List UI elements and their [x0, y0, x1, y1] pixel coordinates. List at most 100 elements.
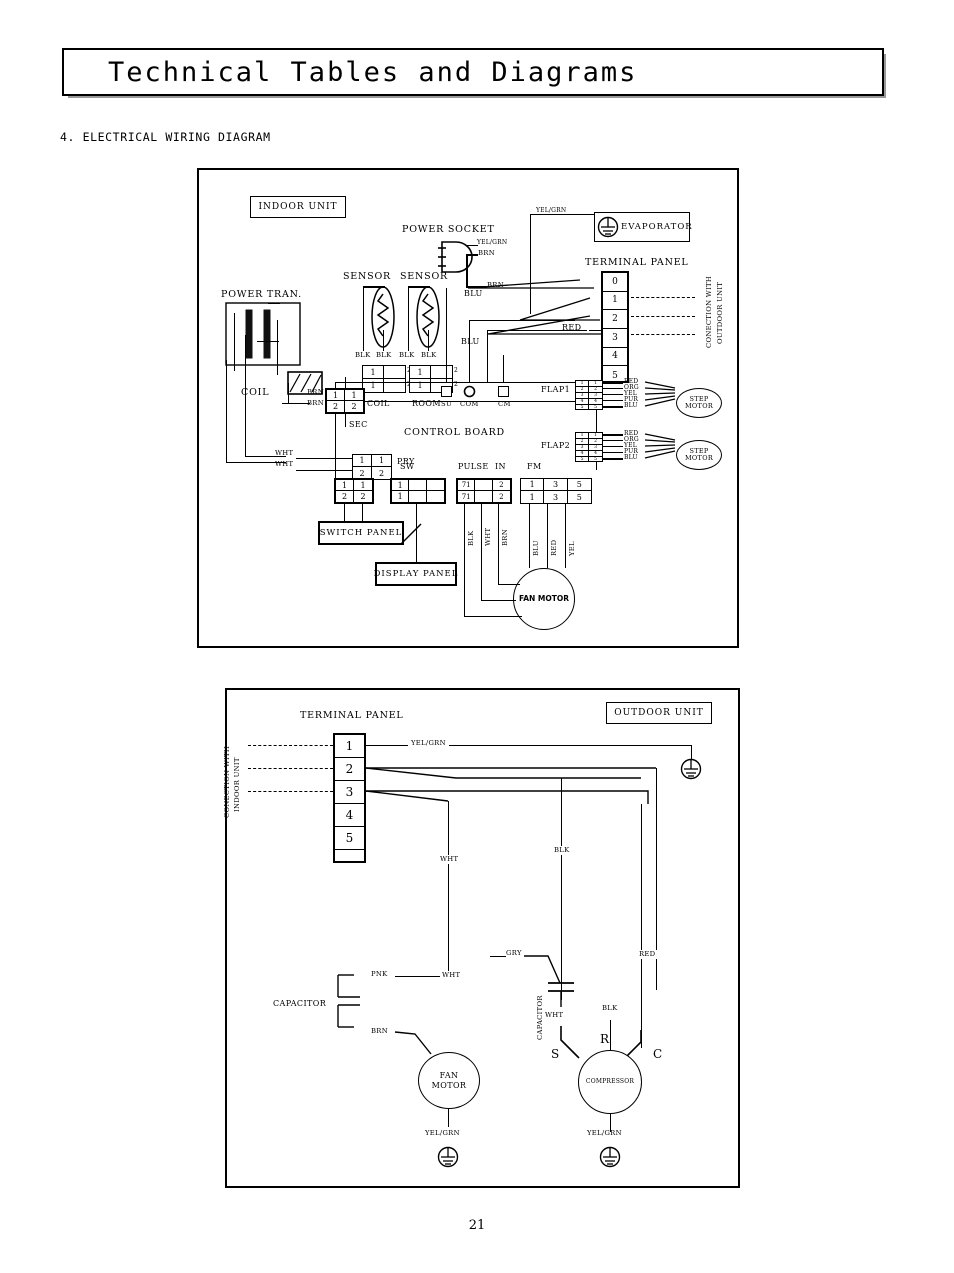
- pry2-pin-2: 1: [354, 480, 372, 491]
- in-label: IN: [495, 462, 506, 471]
- outdoor-brn-label: BRN: [371, 1027, 388, 1035]
- outdoor-terminal-5: 5: [335, 827, 364, 850]
- display-panel-box: DISPLAY PANEL: [373, 562, 459, 586]
- flap1-wire-yel: [603, 394, 623, 395]
- switch-panel-label: SWITCH PANEL: [319, 528, 403, 538]
- sec-mid-lead2: [345, 413, 346, 427]
- indoor-fm-blu-wire: [529, 504, 530, 568]
- outdoor-wht-mid-label: WHT: [440, 971, 463, 980]
- outdoor-blk-top-label: BLK: [552, 846, 572, 855]
- sensor-2-left-lead: [408, 286, 409, 351]
- pry-pin-1: 1: [353, 455, 372, 467]
- outdoor-wire-red-drop: [641, 804, 642, 1048]
- control-board-label: CONTROL BOARD: [404, 427, 505, 438]
- outdoor-dash-1: [248, 745, 333, 746]
- flap2-wire-red: [603, 434, 623, 436]
- socket-ground-wire: [466, 245, 478, 246]
- red-wire-drop: [487, 330, 488, 382]
- blu-upper-label: BLU: [464, 289, 483, 298]
- outdoor-fan-ground-label: YEL/GRN: [425, 1129, 460, 1137]
- indoor-fm-red-label: RED: [550, 539, 558, 556]
- outdoor-gry-label: GRY: [506, 949, 522, 957]
- coil-pin-1: 1: [363, 366, 384, 379]
- display-panel-label: DISPLAY PANEL: [373, 569, 459, 579]
- flap2-label: FLAP2: [541, 441, 571, 450]
- sw-pin-2: [409, 480, 427, 491]
- coil-pin-2: [384, 366, 405, 379]
- room-pin-2: [431, 366, 452, 379]
- com-lead: [469, 355, 470, 382]
- display-panel-slash-mark: [400, 523, 422, 545]
- outdoor-dash-3: [248, 791, 333, 792]
- outdoor-wht-cap-label: WHT: [545, 1011, 564, 1019]
- fm-pin-1: 1: [521, 479, 545, 491]
- outdoor-terminal-blank: [335, 850, 364, 865]
- indoor-terminal-wire-bundle: [467, 279, 601, 335]
- flap1-pin-5a: 5: [576, 405, 589, 410]
- flap1-wire-red: [603, 382, 623, 384]
- indoor-fm-brn-wire: [498, 504, 499, 584]
- outdoor-ground-drop: [691, 745, 692, 759]
- cm-test-point: [498, 386, 509, 397]
- sec-pin-1: 1: [327, 390, 345, 401]
- compressor-ground-label: YEL/GRN: [587, 1129, 622, 1137]
- su-label: SU: [441, 400, 452, 408]
- flap2-wire-org: [603, 440, 623, 441]
- sensor-2-top-lead: [408, 286, 430, 288]
- indoor-unit-label-box: INDOOR UNIT: [250, 196, 346, 218]
- outdoor-fan-capacitor-label: CAPACITOR: [273, 999, 327, 1008]
- flap2-wire-blu: [603, 458, 623, 460]
- fm-pin-5: 5: [567, 479, 591, 491]
- indoor-dash-2: [631, 316, 695, 317]
- flap1-wire-pur: [603, 400, 623, 401]
- outdoor-connection-note-line1: CONECTION WITH: [223, 745, 231, 818]
- tran-lead-1: [234, 313, 235, 371]
- fm-pin-5b: 5: [576, 492, 582, 502]
- outdoor-terminal-2: 2: [335, 758, 364, 781]
- cm-lead: [503, 355, 504, 382]
- pry-pin-4: 2: [378, 468, 385, 478]
- sec-label: SEC: [349, 420, 368, 429]
- compressor-ground-icon: [599, 1146, 621, 1168]
- flap2-pin-5b: 5: [594, 457, 597, 462]
- section-heading: 4. ELECTRICAL WIRING DIAGRAM: [60, 130, 271, 144]
- tran-brn-label-1: BRN: [307, 388, 324, 396]
- sensor-2-label: SENSOR: [400, 271, 449, 282]
- tran-brn-label-2: BRN: [307, 399, 324, 407]
- outdoor-fan-ground-lead: [448, 1109, 449, 1127]
- indoor-fm-blk-label: BLK: [467, 530, 475, 547]
- sensor-2-right-lead: [428, 330, 429, 351]
- flap1-wire-org: [603, 388, 623, 389]
- indoor-fm-red-wire: [547, 504, 548, 568]
- flap2-color-blu: BLU: [624, 454, 638, 461]
- outdoor-blk-comp-label: BLK: [600, 1004, 620, 1013]
- room-conn-pin2-label: 2: [454, 367, 459, 374]
- pulse-pin-6: 2: [499, 492, 504, 501]
- indoor-fan-motor-label: FAN MOTOR: [518, 593, 570, 603]
- indoor-connection-note-line2b: OUTDOOR UNIT: [716, 281, 724, 344]
- pry2-pin-4: 2: [360, 492, 366, 501]
- outdoor-dash-2: [248, 768, 333, 769]
- sensor-wire-label-3: BLK: [399, 351, 415, 359]
- socket-ground-wire-label: YEL/GRN: [477, 239, 508, 246]
- page-title: Technical Tables and Diagrams: [108, 56, 638, 88]
- connector-pry: 1 1 2 2: [352, 454, 392, 480]
- sec-pin-2: 1: [345, 390, 363, 401]
- outdoor-unit-label-box: OUTDOOR UNIT: [606, 702, 712, 724]
- indoor-fm-wht-wire: [481, 504, 482, 600]
- indoor-dash-1: [631, 297, 695, 298]
- flap1-to-step-motor-wires: [644, 381, 676, 407]
- room-pin-1: 1: [410, 366, 431, 379]
- pry-lead-wht2: [296, 470, 352, 471]
- indoor-fm-wht-wire-h: [481, 600, 516, 601]
- page-canvas: Technical Tables and Diagrams 4. ELECTRI…: [0, 0, 954, 1273]
- step-motor-1: STEP MOTOR: [676, 388, 722, 418]
- tran-lead-3: [226, 360, 227, 462]
- tran-wht-label-1: WHT: [275, 449, 294, 457]
- blu-lower-label: BLU: [461, 337, 480, 346]
- compressor-r-lead: [610, 1020, 611, 1052]
- room-pin-3: 1: [410, 379, 431, 392]
- control-bus-top: [335, 382, 599, 383]
- fm-pin-1b: 1: [521, 491, 545, 503]
- compressor-terminal-r: R: [600, 1032, 610, 1046]
